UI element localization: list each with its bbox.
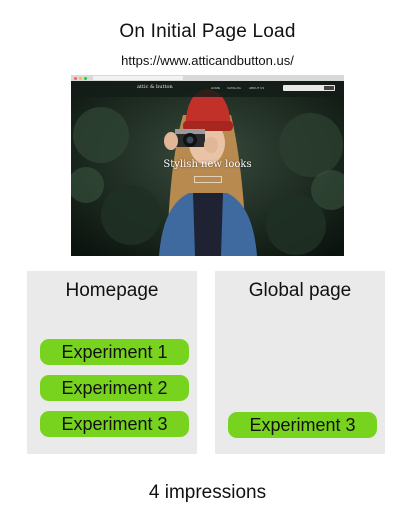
address-bar xyxy=(93,76,183,80)
global-experiment-3: Experiment 3 xyxy=(228,412,377,438)
site-search-button xyxy=(324,86,334,90)
global-page-title: Global page xyxy=(248,280,352,301)
homepage-experiment-1: Experiment 1 xyxy=(40,339,189,365)
homepage-experiment-2: Experiment 2 xyxy=(40,375,189,401)
impressions-count: 4 impressions xyxy=(148,482,267,503)
global-page-box: Global page Experiment 3 xyxy=(215,271,385,454)
maximize-dot-icon xyxy=(84,76,87,80)
site-logo: attic & button xyxy=(137,84,173,90)
homepage-box: Homepage Experiment 1 Experiment 2 Exper… xyxy=(27,271,197,454)
homepage-experiment-3: Experiment 3 xyxy=(40,411,189,437)
homepage-title: Homepage xyxy=(65,280,159,301)
hero-tagline: Stylish new looks xyxy=(163,159,252,170)
website-screenshot: attic & button HOME CATALOG ABOUT US Sty… xyxy=(71,75,344,256)
close-dot-icon xyxy=(74,76,77,80)
site-url: https://www.atticandbutton.us/ xyxy=(121,53,294,68)
nav-link-about: ABOUT US xyxy=(249,86,265,90)
minimize-dot-icon xyxy=(79,76,82,80)
site-navbar: attic & button HOME CATALOG ABOUT US xyxy=(71,81,344,97)
nav-link-home: HOME xyxy=(211,86,220,90)
nav-link-catalog: CATALOG xyxy=(227,86,241,90)
hero-cta-button xyxy=(194,176,222,183)
site-search-field xyxy=(283,85,335,91)
diagram-title: On Initial Page Load xyxy=(119,21,296,42)
